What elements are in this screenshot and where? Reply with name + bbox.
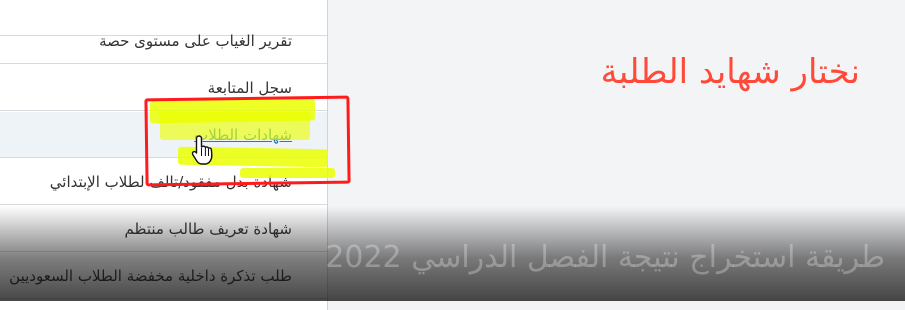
menu-item-absence-report[interactable]: تقرير الغياب على مستوى حصة [0,18,327,64]
menu-item-student-id-certificate[interactable]: شهادة تعريف طالب منتظم [0,206,327,252]
menu-item-label: شهادة تعريف طالب منتظم [124,220,292,238]
hand-pointer-icon [191,135,213,165]
annotation-caption: نختار شهايد الطلبة [600,52,860,92]
menu-item-label: طلب تذكرة داخلية مخفضة الطلاب السعوديين [9,267,292,285]
video-title-watermark: طريقة استخراج نتيجة الفصل الدراسي 2022 [325,240,885,275]
menu-item-discount-ticket[interactable]: طلب تذكرة داخلية مخفضة الطلاب السعوديين [0,253,327,299]
annotation-box [144,95,351,187]
menu-item-label: تقرير الغياب على مستوى حصة [99,32,292,50]
menu-item-label: سجل المتابعة [207,79,292,97]
